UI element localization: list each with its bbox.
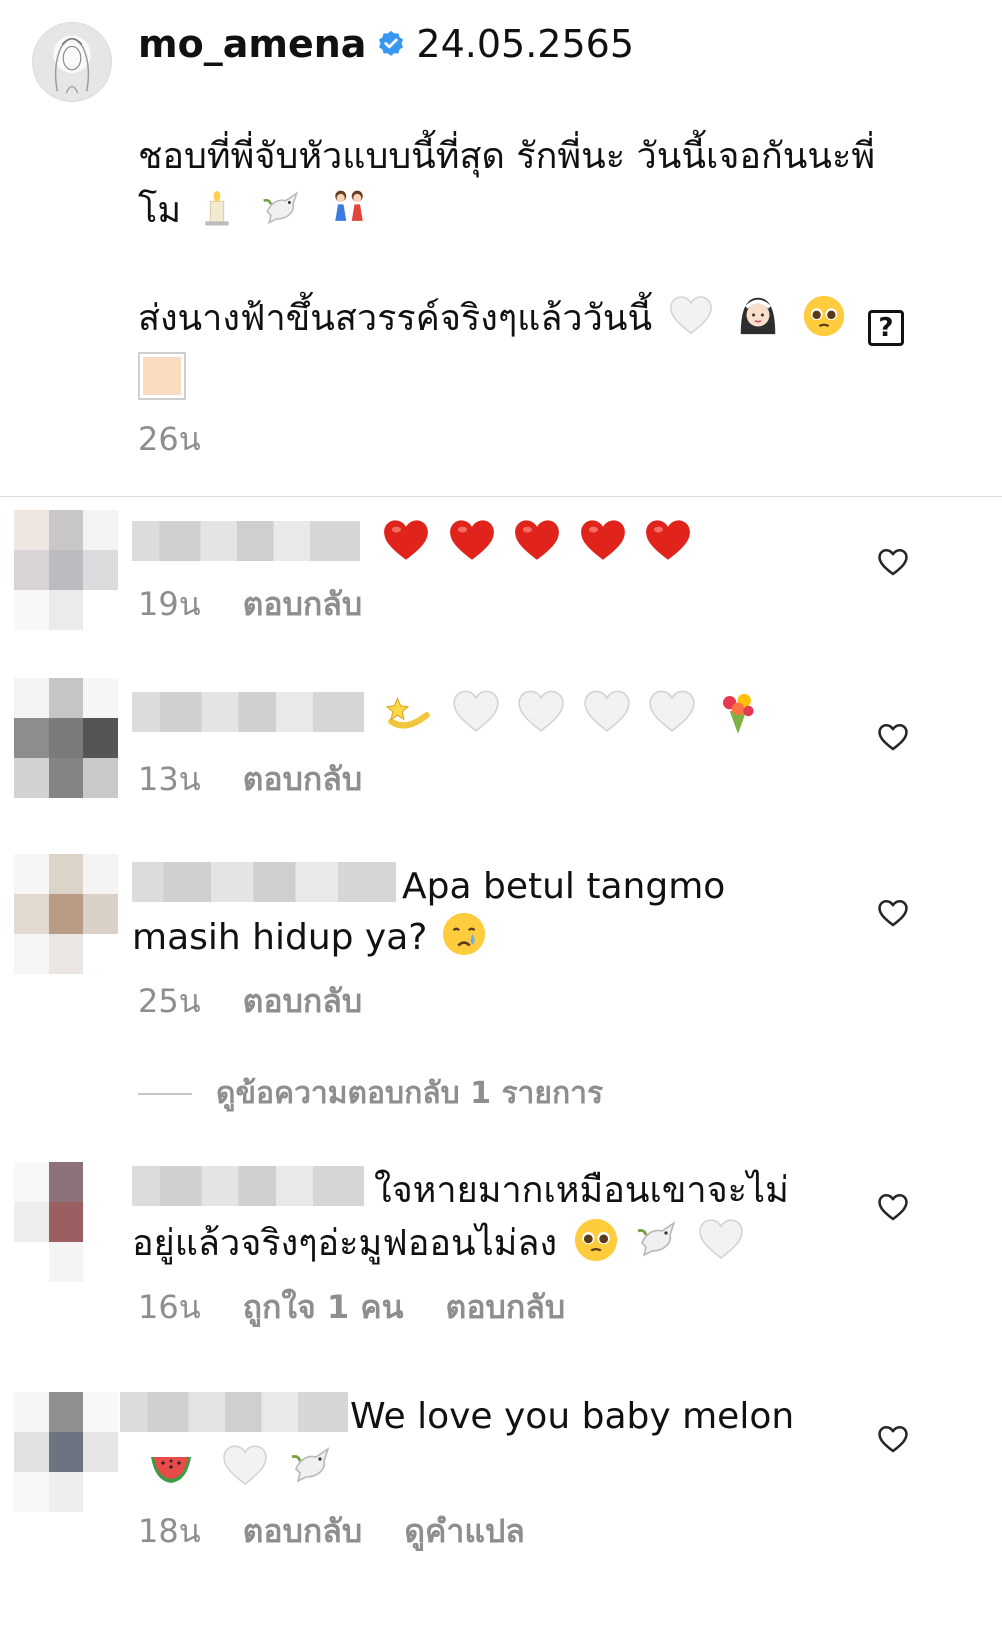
commenter-username-blurred[interactable] (132, 521, 360, 561)
author-username[interactable]: mo_amena (138, 20, 366, 68)
comment-item: 19น ตอบกลับ (0, 505, 1002, 640)
comment-meta: 18น ตอบกลับ ดูคำแปล (138, 1506, 525, 1557)
crying-face-icon (441, 911, 487, 957)
comment-time: 13น (138, 760, 201, 798)
like-comment-button[interactable] (876, 720, 910, 754)
comment-item: ใจหายมากเหมือนเขาจะไม่ อยู่แล้วจริงๆอ่ะม… (0, 1160, 1002, 1340)
heart-outline-icon (876, 1190, 910, 1224)
comment-meta: 25น ตอบกลับ (138, 976, 362, 1027)
white-heart-icon (516, 686, 566, 736)
view-replies-label: ดูข้อความตอบกลับ 1 รายการ (216, 1076, 604, 1111)
heart-outline-icon (876, 896, 910, 930)
white-heart-icon (582, 686, 632, 736)
red-heart-icon (447, 515, 497, 565)
commenter-username-blurred[interactable] (120, 1392, 348, 1432)
verified-badge-icon (379, 30, 404, 56)
pleading-face-icon (802, 294, 846, 338)
commenter-username-blurred[interactable] (132, 692, 364, 732)
caption-line-1: ชอบที่พี่จับหัวแบบนี้ที่สุด รักพี่นะ วัน… (138, 136, 876, 177)
commenter-avatar-pixelated[interactable] (14, 1162, 118, 1282)
comment-text-line-2: masih hidup ya? (132, 917, 428, 958)
red-heart-icon (512, 515, 562, 565)
comment-body (132, 686, 882, 741)
comment-body: Apa betul tangmo masih hidup ya? (132, 862, 882, 962)
commenter-username-blurred[interactable] (132, 862, 396, 902)
comment-item: We love you baby melon 18น ตอบกลับ ดูคำแ… (0, 1388, 1002, 1588)
pleading-face-icon (573, 1217, 619, 1263)
watermelon-icon (147, 1441, 195, 1489)
comment-time: 19น (138, 585, 201, 623)
reply-button[interactable]: ตอบกลับ (243, 579, 363, 630)
comment-like-count[interactable]: ถูกใจ 1 คน (243, 1282, 404, 1333)
caption-header: mo_amena 24.05.2565 (138, 20, 634, 68)
reply-button[interactable]: ตอบกลับ (243, 754, 363, 805)
candle-icon (197, 186, 237, 230)
two-girls-icon (327, 186, 371, 230)
author-avatar[interactable] (32, 22, 112, 102)
comment-text-line-1: ใจหายมากเหมือนเขาจะไม่ (374, 1170, 789, 1211)
caption-divider (0, 496, 1002, 497)
comment-body (132, 515, 882, 570)
comment-item: Apa betul tangmo masih hidup ya? 25น ตอบ… (0, 852, 1002, 1032)
like-comment-button[interactable] (876, 896, 910, 930)
heart-outline-icon (876, 545, 910, 579)
reply-button[interactable]: ตอบกลับ (243, 1506, 363, 1557)
commenter-avatar-pixelated[interactable] (14, 510, 118, 630)
comment-body: ใจหายมากเหมือนเขาจะไม่ อยู่แล้วจริงๆอ่ะม… (132, 1166, 882, 1268)
skin-tone-swatch-icon (138, 352, 186, 400)
red-heart-icon (578, 515, 628, 565)
commenter-username-blurred[interactable] (132, 1166, 364, 1206)
view-replies-button[interactable]: ดูข้อความตอบกลับ 1 รายการ (138, 1070, 603, 1117)
post-caption: mo_amena 24.05.2565 ชอบที่พี่จับหัวแบบนี… (0, 0, 1002, 496)
commenter-avatar-pixelated[interactable] (14, 854, 118, 974)
caption-line-3-text: ส่งนางฟ้าขึ้นสวรรค์จริงๆแล้ววันนี้ (138, 298, 653, 339)
comment-time: 18น (138, 1512, 201, 1550)
comment-meta: 19น ตอบกลับ (138, 579, 362, 630)
red-heart-icon (381, 515, 431, 565)
shooting-star-icon (385, 686, 435, 736)
view-replies-line (138, 1092, 192, 1095)
white-heart-icon (647, 686, 697, 736)
white-heart-icon (451, 686, 501, 736)
like-comment-button[interactable] (876, 1190, 910, 1224)
white-heart-icon (697, 1215, 745, 1263)
like-comment-button[interactable] (876, 1422, 910, 1456)
reply-button[interactable]: ตอบกลับ (243, 976, 363, 1027)
comment-time: 25น (138, 982, 201, 1020)
dove-icon (634, 1215, 682, 1263)
commenter-avatar-pixelated[interactable] (14, 1392, 118, 1512)
reply-button[interactable]: ตอบกลับ (446, 1282, 566, 1333)
caption-line-2: โม (138, 184, 938, 238)
comment-meta: 13น ตอบกลับ (138, 754, 362, 805)
like-comment-button[interactable] (876, 545, 910, 579)
caption-date: 24.05.2565 (416, 22, 634, 66)
caption-time: 26น (138, 420, 201, 458)
avatar-sketch-icon (54, 37, 90, 94)
caption-line-2-text: โม (138, 190, 182, 231)
caption-text: ชอบที่พี่จับหัวแบบนี้ที่สุด รักพี่นะ วัน… (138, 130, 938, 400)
heart-outline-icon (876, 720, 910, 754)
bride-icon (735, 292, 781, 338)
dove-icon (260, 186, 304, 230)
caption-line-3: ส่งนางฟ้าขึ้นสวรรค์จริงๆแล้ววันนี้ ? (138, 292, 938, 346)
comment-text-line-2: อยู่แล้วจริงๆอ่ะมูฟออนไม่ลง (132, 1223, 558, 1264)
unknown-glyph-icon: ? (867, 310, 904, 346)
white-heart-icon (668, 292, 714, 338)
comment-meta: 16น ถูกใจ 1 คน ตอบกลับ (138, 1282, 565, 1333)
heart-outline-icon (876, 1422, 910, 1456)
comment-time: 16น (138, 1288, 201, 1326)
dove-icon (288, 1441, 336, 1489)
comment-text-line-1: We love you baby melon (350, 1396, 795, 1437)
white-heart-icon (221, 1441, 269, 1489)
comment-item: 13น ตอบกลับ (0, 678, 1002, 808)
red-heart-icon (643, 515, 693, 565)
comment-text-line-1: Apa betul tangmo (402, 866, 726, 907)
commenter-avatar-pixelated[interactable] (14, 678, 118, 798)
comment-body: We love you baby melon (120, 1392, 900, 1494)
bouquet-icon (713, 686, 763, 736)
see-translation-button[interactable]: ดูคำแปล (404, 1506, 525, 1557)
